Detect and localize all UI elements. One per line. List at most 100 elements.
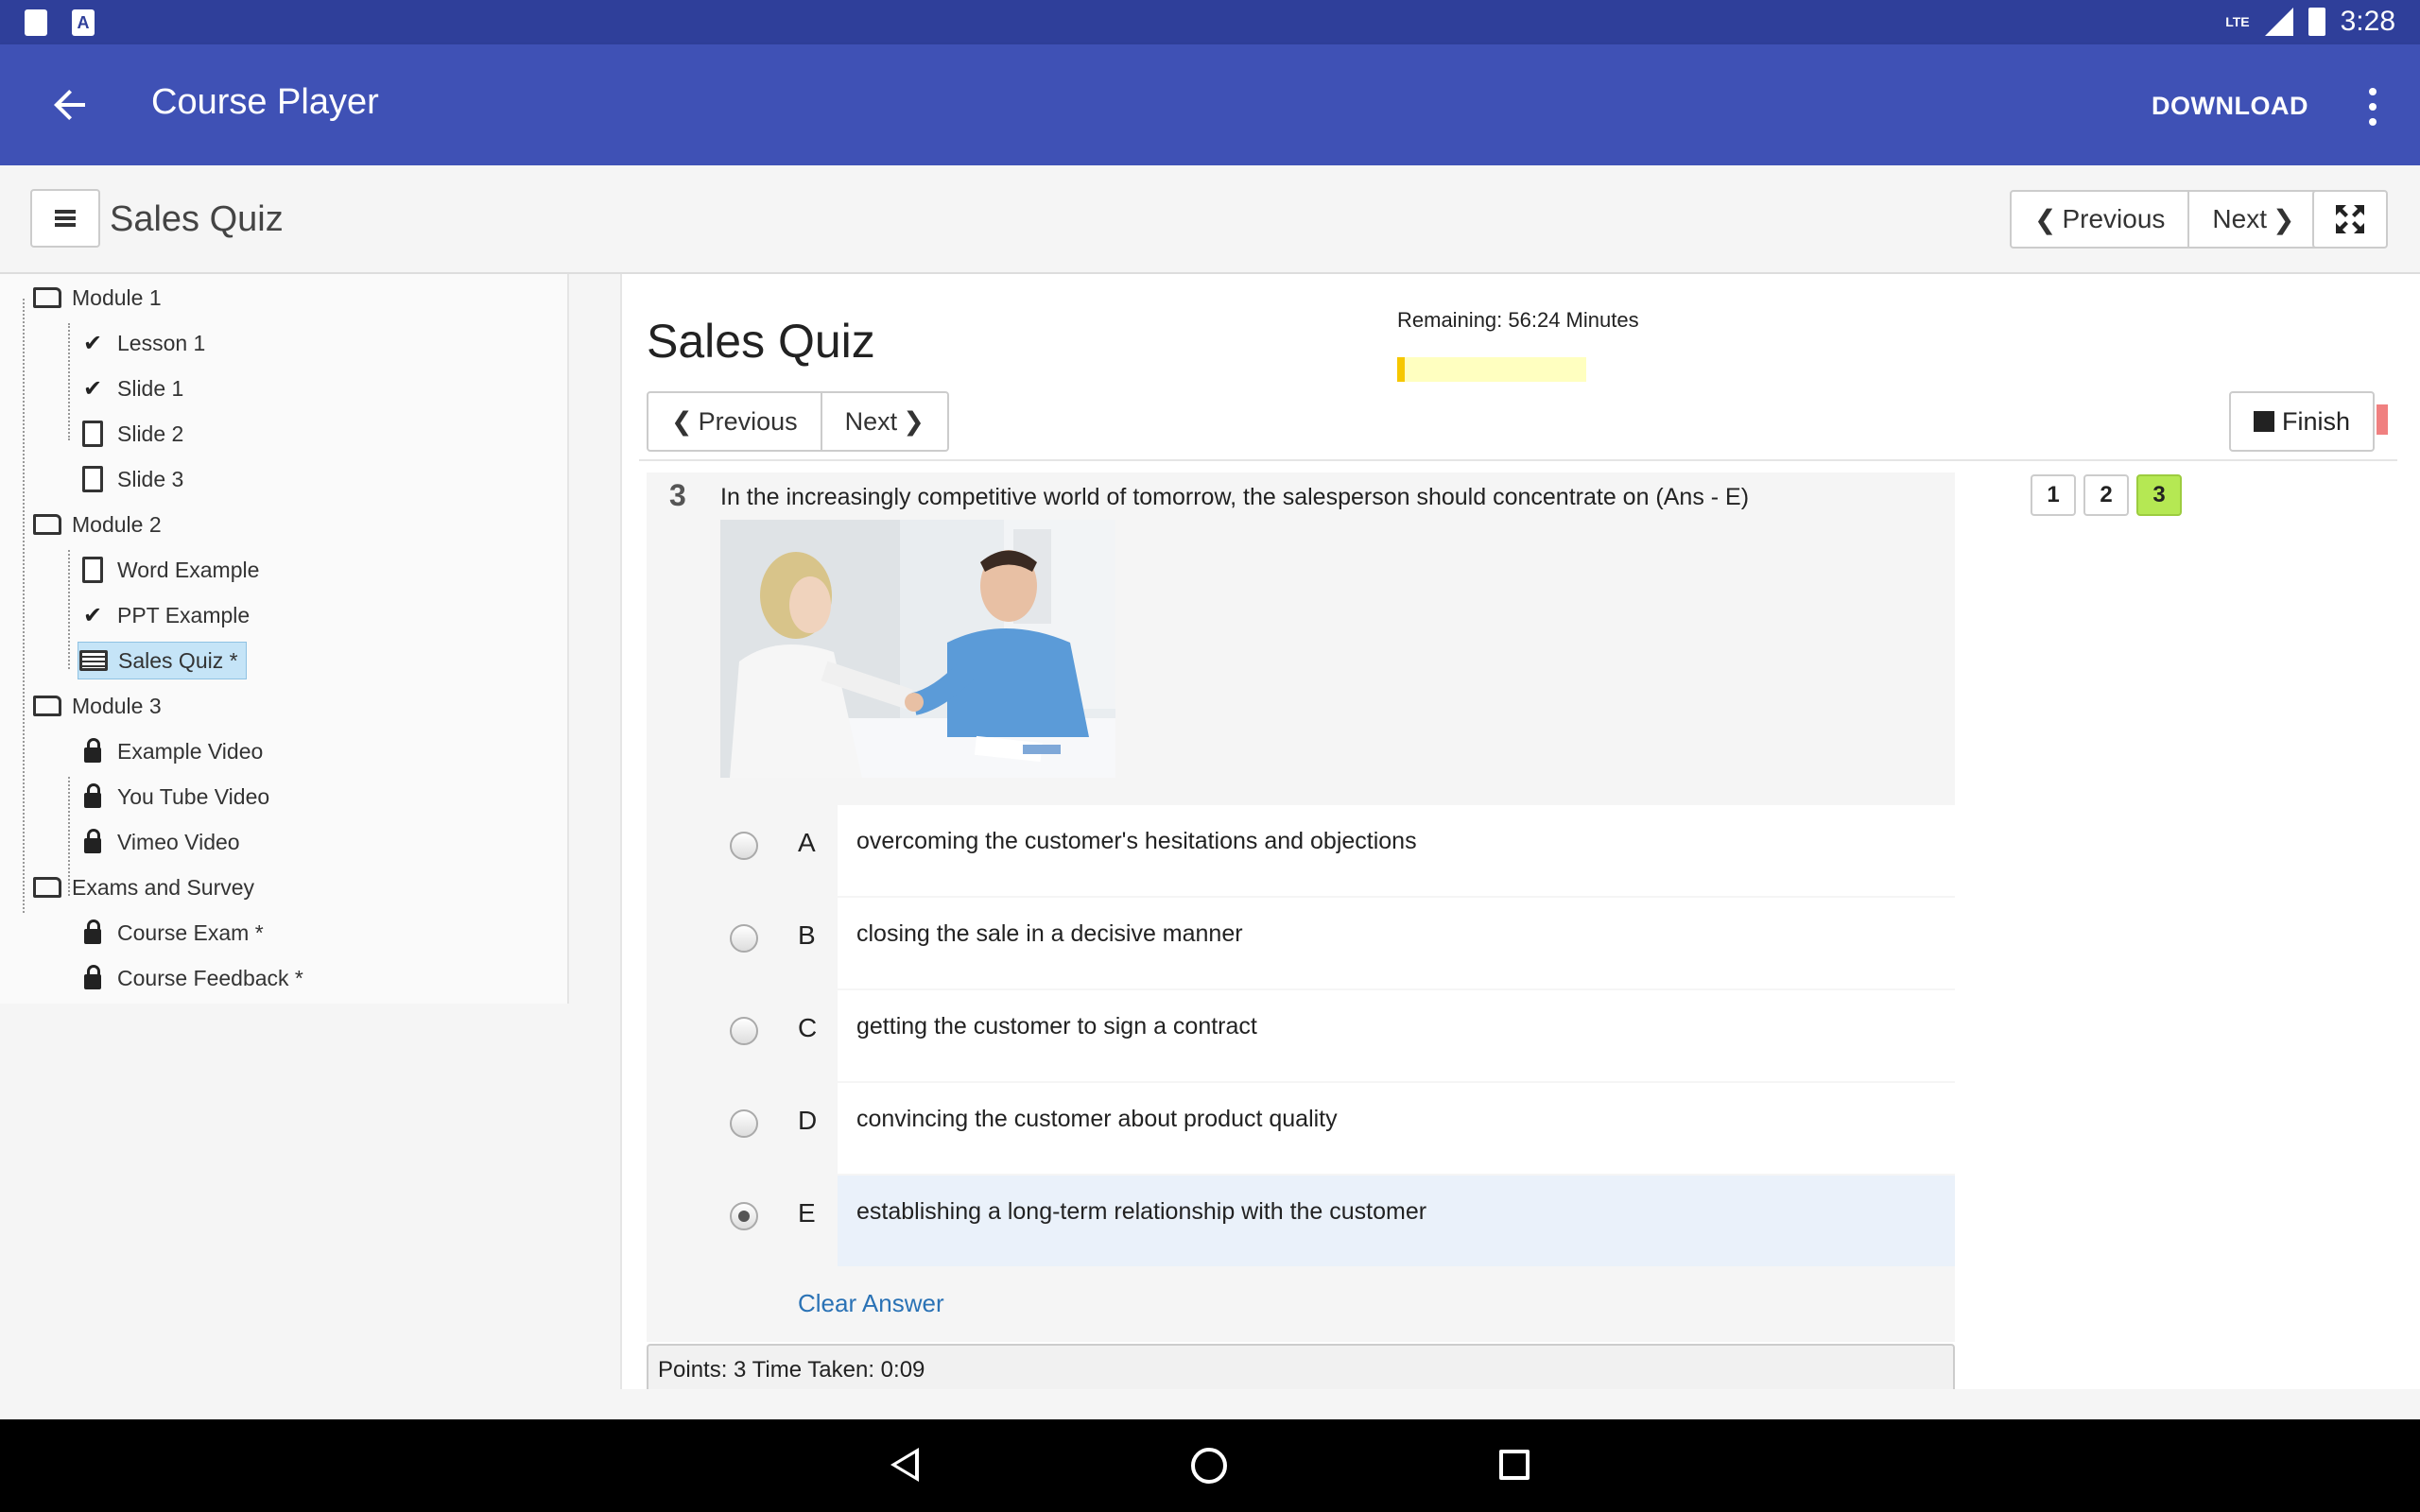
network-type: LTE [2225,14,2250,29]
clear-answer-link[interactable]: Clear Answer [798,1289,944,1318]
tree-item-course-exam[interactable]: Course Exam * [78,914,264,952]
tree-item-label: Sales Quiz * [118,647,238,673]
course-title: Sales Quiz [110,199,284,239]
tree-item-label: Module 1 [72,284,162,310]
tree-item-slide-1[interactable]: ✔ Slide 1 [78,369,183,407]
menu-toggle-button[interactable] [30,189,100,248]
overflow-menu-icon[interactable] [2363,88,2382,126]
answer-option-e[interactable]: E establishing a long-term relationship … [711,1176,1955,1266]
course-next-button[interactable]: Next ❯ [2187,192,2317,247]
chevron-right-icon: ❯ [903,406,925,436]
question-text: In the increasingly competitive world of… [720,484,1750,510]
tree-item-ppt-example[interactable]: ✔ PPT Example [78,596,250,634]
font-app-icon: A [72,9,95,36]
folder-open-icon [32,693,62,719]
status-marker [2377,404,2388,435]
folder-open-icon [32,284,62,311]
answer-text: establishing a long-term relationship wi… [856,1198,1427,1225]
answer-letter: E [798,1198,816,1228]
time-progress-fill [1397,357,1405,382]
answer-text: convincing the customer about product qu… [856,1106,1338,1132]
stop-icon [2254,411,2274,432]
nav-back-icon[interactable] [890,1448,919,1482]
answer-text: getting the customer to sign a contract [856,1013,1257,1040]
tree-item-module-2[interactable]: Module 2 [32,506,162,543]
answer-option-b[interactable]: B closing the sale in a decisive manner [711,898,1955,988]
course-next-label: Next [2212,204,2267,233]
tree-item-label: Slide 3 [117,466,184,491]
answer-text: overcoming the customer's hesitations an… [856,828,1417,854]
radio-button[interactable] [730,1109,758,1138]
question-nav-group: ❮ Previous Next ❯ [647,391,949,452]
tree-item-label: Slide 2 [117,421,184,446]
list-icon [78,647,109,674]
answer-option-d[interactable]: D convincing the customer about product … [711,1083,1955,1174]
check-icon: ✔ [82,375,103,402]
lock-icon [78,919,108,946]
question-page-3[interactable]: 3 [2136,474,2182,516]
tree-item-word-example[interactable]: Word Example [78,551,259,589]
tree-item-exams-and-survey[interactable]: Exams and Survey [32,868,254,906]
divider [639,459,2397,461]
radio-button-selected[interactable] [730,1202,758,1230]
lock-icon [78,829,108,855]
tree-item-label: Vimeo Video [117,829,240,854]
question-next-label: Next [844,406,898,436]
signal-icon [2264,8,2293,36]
answer-option-a[interactable]: A overcoming the customer's hesitations … [711,805,1955,896]
fullscreen-button[interactable] [2312,190,2388,249]
tree-item-course-feedback[interactable]: Course Feedback * [78,959,303,997]
chevron-right-icon: ❯ [2272,204,2295,234]
answer-option-c[interactable]: C getting the customer to sign a contrac… [711,990,1955,1081]
app-title: Course Player [151,82,379,122]
remaining-time: Remaining: 56:24 Minutes [1397,308,1639,332]
tree-item-sales-quiz[interactable]: Sales Quiz * [78,642,247,679]
question-next-button[interactable]: Next ❯ [820,393,947,450]
tree-item-label: Slide 1 [117,375,184,401]
course-previous-button[interactable]: ❮ Previous [2012,192,2187,247]
hamburger-icon [55,210,76,227]
tree-item-vimeo-video[interactable]: Vimeo Video [78,823,240,861]
status-bar: A LTE 3:28 [0,0,2420,44]
tree-item-label: You Tube Video [117,783,270,809]
question-previous-button[interactable]: ❮ Previous [648,393,821,450]
lock-icon [78,783,108,810]
tree-item-module-1[interactable]: Module 1 [32,279,162,317]
finish-button[interactable]: Finish [2229,391,2376,452]
tree-item-lesson-1[interactable]: ✔ Lesson 1 [78,324,205,362]
quiz-title: Sales Quiz [647,315,875,368]
back-arrow-icon[interactable] [47,82,93,128]
lock-icon [78,965,108,991]
time-progress-bar [1397,357,1586,382]
question-page-2[interactable]: 2 [2083,474,2129,516]
tree-item-label: Example Video [117,738,264,764]
tree-item-label: Lesson 1 [117,330,206,355]
radio-button[interactable] [730,832,758,860]
course-nav-group: ❮ Previous Next ❯ [2010,190,2320,249]
answer-text: closing the sale in a decisive manner [856,920,1243,947]
radio-button[interactable] [730,1017,758,1045]
tree-item-youtube-video[interactable]: You Tube Video [78,778,269,816]
nav-home-icon[interactable] [1191,1448,1227,1484]
folder-open-icon [32,874,62,901]
question-page-1[interactable]: 1 [2031,474,2076,516]
folder-open-icon [32,511,62,538]
tree-item-label: Course Feedback * [117,965,303,990]
clock: 3:28 [2340,6,2395,37]
video-file-icon [78,421,108,447]
tree-item-slide-2[interactable]: Slide 2 [78,415,183,453]
tree-item-example-video[interactable]: Example Video [78,732,263,770]
chevron-left-icon: ❮ [671,406,693,436]
nav-recents-icon[interactable] [1499,1450,1530,1480]
document-icon [78,557,108,583]
chevron-left-icon: ❮ [2034,204,2057,234]
tree-item-label: Course Exam * [117,919,264,945]
course-toolbar: Sales Quiz ❮ Previous Next ❯ [0,165,2420,274]
check-icon: ✔ [82,602,103,628]
download-button[interactable]: DOWNLOAD [2152,92,2308,121]
radio-button[interactable] [730,924,758,953]
tree-item-slide-3[interactable]: Slide 3 [78,460,183,498]
tree-item-label: Word Example [117,557,260,582]
tree-item-label: Exams and Survey [72,874,255,900]
tree-item-module-3[interactable]: Module 3 [32,687,162,725]
